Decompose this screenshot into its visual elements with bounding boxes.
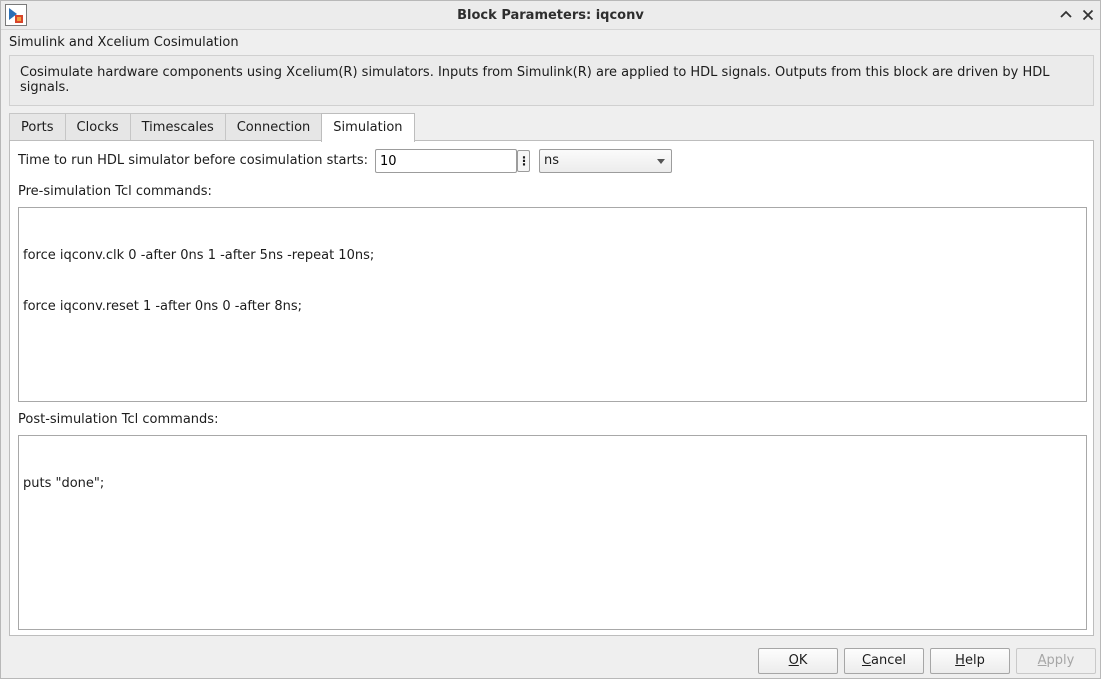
- chevron-down-icon: [657, 159, 665, 164]
- cancel-button-accel: C: [861, 653, 872, 668]
- apply-button-label: pply: [1046, 653, 1075, 668]
- pre-sim-tcl-label: Pre-simulation Tcl commands:: [18, 184, 212, 199]
- window-title: Block Parameters: iqconv: [457, 8, 644, 23]
- block-parameters-dialog: Block Parameters: iqconv Simulink and Xc…: [0, 0, 1101, 679]
- apply-button: Apply: [1016, 648, 1096, 674]
- tab-bar: Ports Clocks Timescales Connection Simul…: [9, 113, 415, 142]
- time-unit-select[interactable]: ns: [539, 149, 672, 173]
- tab-clocks[interactable]: Clocks: [64, 113, 131, 141]
- help-button[interactable]: Help: [930, 648, 1010, 674]
- pre-sim-command-line: force iqconv.reset 1 -after 0ns 0 -after…: [23, 299, 302, 314]
- tab-simulation[interactable]: Simulation: [321, 113, 415, 142]
- block-description: Cosimulate hardware components using Xce…: [9, 55, 1094, 106]
- block-type-title: Simulink and Xcelium Cosimulation: [9, 35, 239, 50]
- time-before-cosim-input[interactable]: [375, 149, 517, 173]
- cancel-button-label: ancel: [871, 653, 907, 668]
- tab-connection[interactable]: Connection: [224, 113, 323, 141]
- post-sim-tcl-textarea[interactable]: puts "done";: [18, 435, 1087, 630]
- ok-button-accel: O: [788, 653, 799, 668]
- ok-button[interactable]: OK: [758, 648, 838, 674]
- time-unit-value: ns: [544, 153, 560, 168]
- apply-button-accel: A: [1037, 653, 1047, 668]
- time-before-cosim-label: Time to run HDL simulator before cosimul…: [18, 153, 369, 168]
- post-sim-tcl-label: Post-simulation Tcl commands:: [18, 412, 219, 427]
- title-bar: Block Parameters: iqconv: [1, 1, 1100, 30]
- pre-sim-command-line: force iqconv.clk 0 -after 0ns 1 -after 5…: [23, 248, 375, 263]
- ok-button-label: K: [798, 653, 808, 668]
- cancel-button[interactable]: Cancel: [844, 648, 924, 674]
- tab-timescales[interactable]: Timescales: [129, 113, 226, 141]
- tab-ports[interactable]: Ports: [9, 113, 66, 141]
- chevron-up-icon[interactable]: [1058, 7, 1074, 23]
- help-button-label: elp: [964, 653, 985, 668]
- post-sim-command-line: puts "done";: [23, 476, 105, 491]
- close-icon[interactable]: [1080, 7, 1096, 23]
- help-button-accel: H: [955, 653, 965, 668]
- simulation-panel: Time to run HDL simulator before cosimul…: [9, 140, 1094, 636]
- more-options-icon[interactable]: ⋮: [517, 150, 530, 172]
- pre-sim-tcl-textarea[interactable]: force iqconv.clk 0 -after 0ns 1 -after 5…: [18, 207, 1087, 402]
